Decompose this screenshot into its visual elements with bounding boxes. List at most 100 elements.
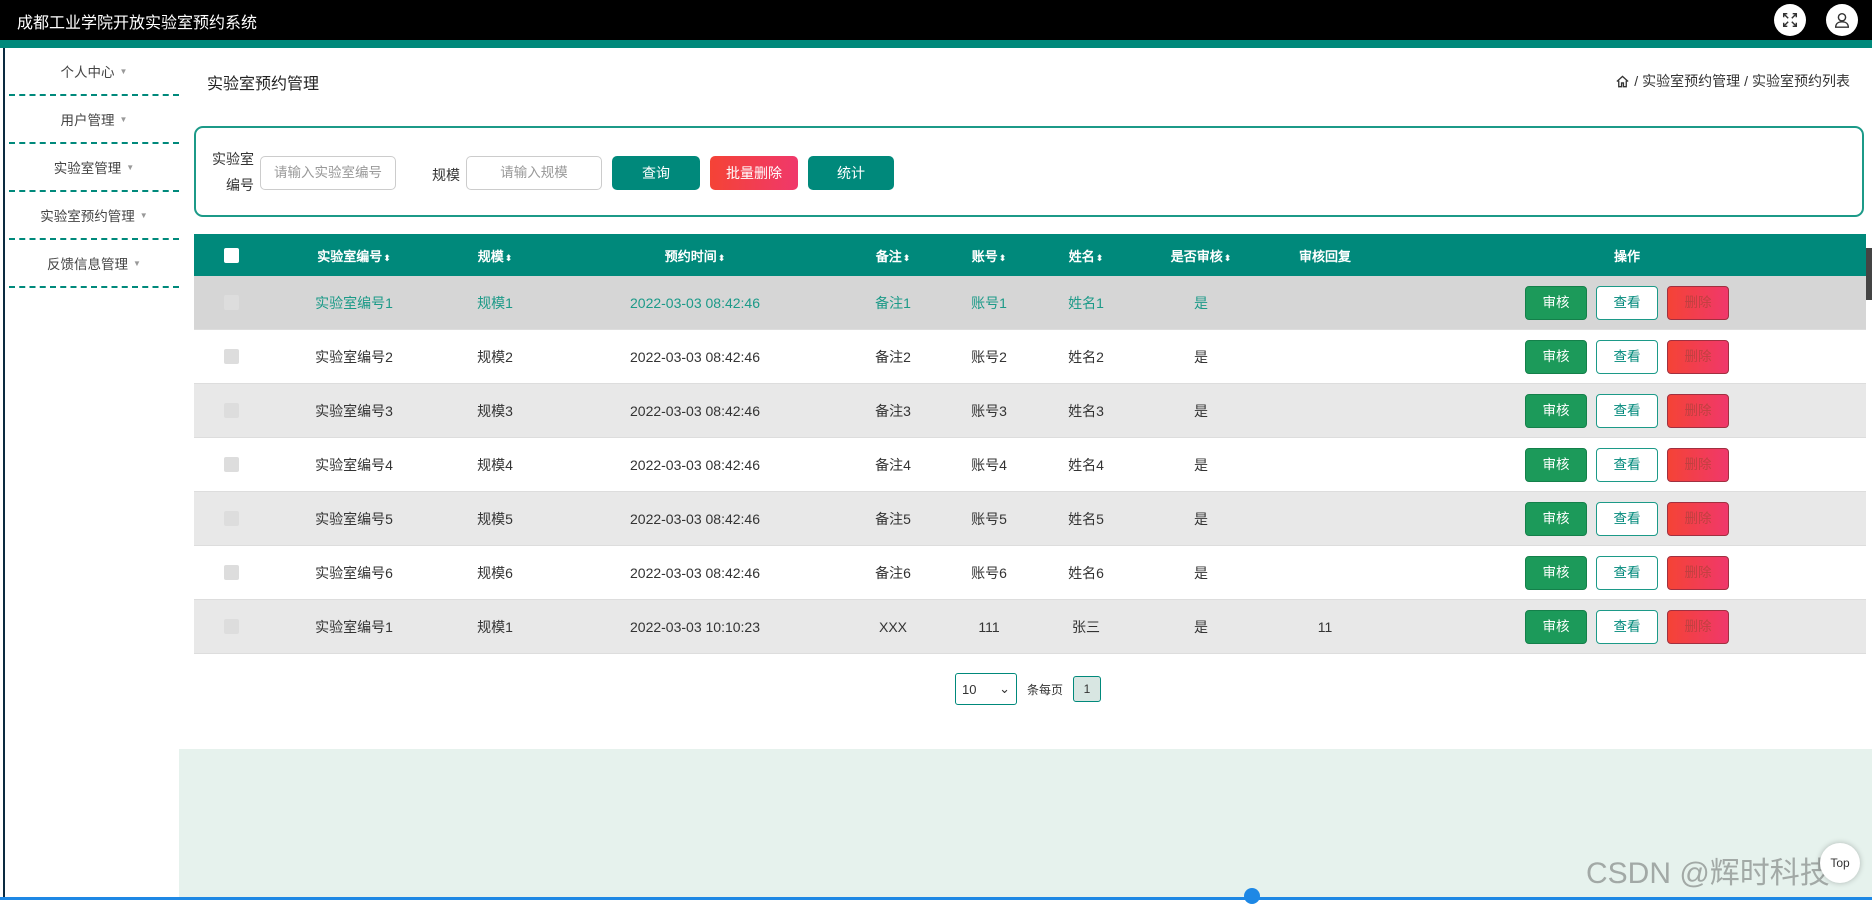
audit-button[interactable]: 审核	[1525, 555, 1587, 590]
cell-lab-code: 实验室编号4	[315, 456, 393, 473]
table-row[interactable]: 实验室编号3 规模3 2022-03-03 08:42:46 备注3 账号3 姓…	[194, 384, 1866, 438]
sidebar-item-reservation-management[interactable]: 实验室预约管理 ▼	[9, 192, 179, 240]
header-lab-code[interactable]: 实验室编号⬍	[268, 246, 440, 265]
delete-button[interactable]: 删除	[1667, 501, 1729, 536]
app-title: 成都工业学院开放实验室预约系统	[17, 15, 258, 32]
batch-delete-button[interactable]: 批量删除	[710, 156, 798, 190]
sort-icon[interactable]: ⬍	[383, 253, 391, 263]
cell-account: 账号3	[971, 402, 1007, 419]
page-size-select[interactable]: 10 ⌄	[955, 673, 1017, 705]
breadcrumb-item-reservation-list: 实验室预约列表	[1752, 73, 1850, 89]
header-audited[interactable]: 是否审核⬍	[1140, 246, 1262, 265]
table-row[interactable]: 实验室编号6 规模6 2022-03-03 08:42:46 备注6 账号6 姓…	[194, 546, 1866, 600]
cell-account: 账号1	[971, 294, 1007, 311]
watermark: CSDN @辉时科技	[1586, 857, 1830, 890]
cell-name: 姓名4	[1068, 456, 1104, 473]
sort-icon[interactable]: ⬍	[1224, 253, 1232, 263]
pagination: 10 ⌄ 条每页 1	[955, 673, 1102, 705]
view-button[interactable]: 查看	[1596, 339, 1658, 374]
cell-lab-code: 实验室编号2	[315, 348, 393, 365]
reservation-table: 实验室编号⬍ 规模⬍ 预约时间⬍ 备注⬍ 账号⬍ 姓名⬍ 是否审核⬍ 审核回复 …	[194, 234, 1866, 654]
sort-icon[interactable]: ⬍	[718, 253, 726, 263]
scrollbar-thumb[interactable]	[1866, 248, 1872, 300]
sort-icon[interactable]: ⬍	[1096, 253, 1104, 263]
caret-down-icon: ▼	[119, 114, 128, 124]
header-note[interactable]: 备注⬍	[840, 246, 946, 265]
sidebar-item-label: 实验室管理	[53, 161, 122, 176]
delete-button[interactable]: 删除	[1667, 555, 1729, 590]
audit-button[interactable]: 审核	[1525, 285, 1587, 320]
row-checkbox[interactable]	[223, 295, 239, 310]
row-checkbox[interactable]	[223, 349, 239, 364]
cell-lab-code: 实验室编号6	[315, 564, 393, 581]
breadcrumb-separator: /	[1744, 73, 1748, 89]
table-row[interactable]: 实验室编号2 规模2 2022-03-03 08:42:46 备注2 账号2 姓…	[194, 330, 1866, 384]
scale-input[interactable]: 请输入规模	[466, 156, 602, 190]
row-checkbox[interactable]	[223, 457, 239, 472]
table-row[interactable]: 实验室编号4 规模4 2022-03-03 08:42:46 备注4 账号4 姓…	[194, 438, 1866, 492]
sort-icon[interactable]: ⬍	[999, 253, 1007, 263]
sidebar-item-user-management[interactable]: 用户管理 ▼	[9, 96, 179, 144]
cell-note: XXX	[878, 618, 907, 635]
sidebar-item-personal-center[interactable]: 个人中心 ▼	[9, 48, 179, 96]
select-all-checkbox[interactable]	[223, 247, 239, 263]
header-scale[interactable]: 规模⬍	[440, 246, 550, 265]
table-row[interactable]: 实验室编号1 规模1 2022-03-03 08:42:46 备注1 账号1 姓…	[194, 276, 1866, 330]
per-page-label: 条每页	[1027, 682, 1064, 697]
view-button[interactable]: 查看	[1596, 609, 1658, 644]
row-checkbox[interactable]	[223, 403, 239, 418]
header-reservation-time[interactable]: 预约时间⬍	[550, 246, 840, 265]
table-row[interactable]: 实验室编号5 规模5 2022-03-03 08:42:46 备注5 账号5 姓…	[194, 492, 1866, 546]
header-name[interactable]: 姓名⬍	[1032, 246, 1140, 265]
sidebar-item-lab-management[interactable]: 实验室管理 ▼	[9, 144, 179, 192]
sidebar-item-label: 个人中心	[60, 65, 115, 80]
delete-button[interactable]: 删除	[1667, 285, 1729, 320]
lab-code-input[interactable]: 请输入实验室编号	[260, 156, 396, 190]
search-panel: 实验室编号 请输入实验室编号 规模 请输入规模 查询 批量删除 统计	[194, 126, 1864, 217]
row-checkbox[interactable]	[223, 511, 239, 526]
cell-scale: 规模5	[477, 510, 513, 527]
cell-reservation-time: 2022-03-03 08:42:46	[630, 294, 760, 311]
query-button[interactable]: 查询	[612, 156, 700, 190]
cell-account: 账号2	[971, 348, 1007, 365]
view-button[interactable]: 查看	[1596, 447, 1658, 482]
view-button[interactable]: 查看	[1596, 555, 1658, 590]
cell-scale: 规模1	[477, 294, 513, 311]
delete-button[interactable]: 删除	[1667, 339, 1729, 374]
page-title: 实验室预约管理	[207, 76, 320, 93]
view-button[interactable]: 查看	[1596, 285, 1658, 320]
sidebar-item-feedback-management[interactable]: 反馈信息管理 ▼	[9, 240, 179, 288]
user-icon[interactable]	[1826, 4, 1858, 36]
cell-note: 备注2	[875, 348, 911, 365]
page-number-button[interactable]: 1	[1073, 676, 1102, 702]
delete-button[interactable]: 删除	[1667, 447, 1729, 482]
cell-account: 账号4	[971, 456, 1007, 473]
view-button[interactable]: 查看	[1596, 501, 1658, 536]
cell-note: 备注3	[875, 402, 911, 419]
row-checkbox[interactable]	[223, 619, 239, 634]
fullscreen-icon[interactable]	[1774, 4, 1806, 36]
cell-lab-code: 实验室编号1	[315, 618, 393, 635]
cell-note: 备注4	[875, 456, 911, 473]
back-to-top-button[interactable]: Top	[1820, 843, 1860, 883]
row-checkbox[interactable]	[223, 565, 239, 580]
home-icon[interactable]	[1615, 74, 1630, 89]
audit-button[interactable]: 审核	[1525, 447, 1587, 482]
header-account[interactable]: 账号⬍	[946, 246, 1032, 265]
table-row[interactable]: 实验室编号1 规模1 2022-03-03 10:10:23 XXX 111 张…	[194, 600, 1866, 654]
bottom-progress-handle[interactable]	[1244, 888, 1260, 904]
stats-button[interactable]: 统计	[808, 156, 894, 190]
caret-down-icon: ▼	[126, 162, 135, 172]
delete-button[interactable]: 删除	[1667, 393, 1729, 428]
view-button[interactable]: 查看	[1596, 393, 1658, 428]
cell-name: 姓名3	[1068, 402, 1104, 419]
audit-button[interactable]: 审核	[1525, 393, 1587, 428]
breadcrumb-item-reservation-management[interactable]: 实验室预约管理	[1642, 71, 1740, 91]
sort-icon[interactable]: ⬍	[903, 253, 911, 263]
cell-name: 姓名2	[1068, 348, 1104, 365]
audit-button[interactable]: 审核	[1525, 339, 1587, 374]
delete-button[interactable]: 删除	[1667, 609, 1729, 644]
sort-icon[interactable]: ⬍	[505, 253, 513, 263]
audit-button[interactable]: 审核	[1525, 501, 1587, 536]
audit-button[interactable]: 审核	[1525, 609, 1587, 644]
